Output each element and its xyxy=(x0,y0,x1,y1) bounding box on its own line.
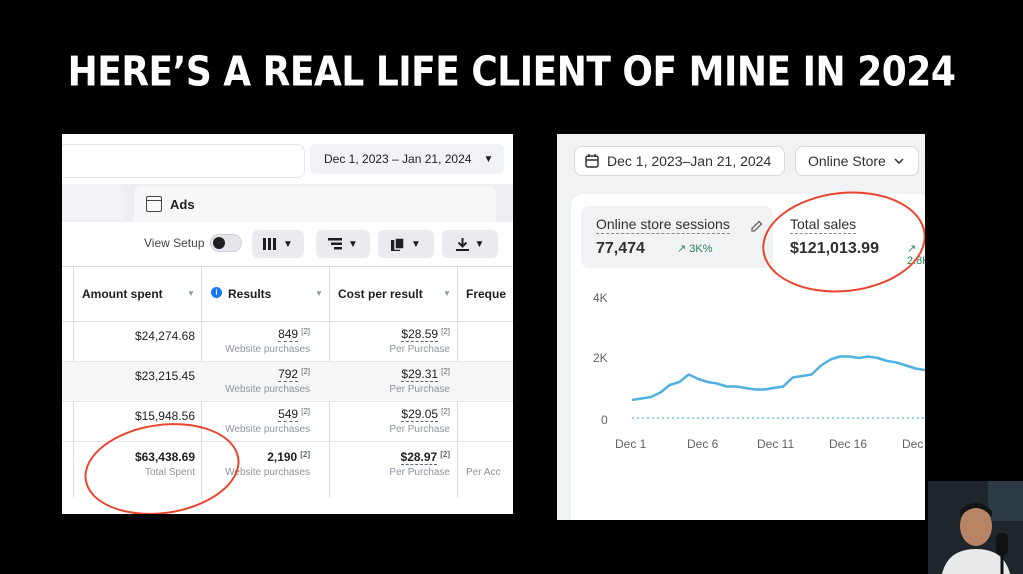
date-range-picker[interactable]: Dec 1, 2023 – Jan 21, 2024 ▼ xyxy=(310,144,504,174)
total-cost-per-result-value[interactable]: $28.97 xyxy=(400,450,438,465)
cost-per-result-cell: $29.31 [2] Per Purchase xyxy=(332,367,450,395)
footnote-tag: [2] xyxy=(301,367,310,376)
cost-per-result-cell: $29.05 [2] Per Purchase xyxy=(332,407,450,435)
results-cell: 792 [2] Website purchases xyxy=(202,367,310,395)
tab-previous[interactable] xyxy=(62,184,124,220)
footnote-tag: [2] xyxy=(301,407,310,416)
caret-down-icon: ▼ xyxy=(411,238,421,250)
results-value[interactable]: 549 xyxy=(278,407,299,422)
table-row[interactable]: $24,274.68 849 [2] Website purchases $28.5… xyxy=(62,322,513,362)
results-value[interactable]: 849 xyxy=(278,327,299,342)
footnote-tag: [2] xyxy=(300,450,310,459)
ads-manager-panel: Dec 1, 2023 – Jan 21, 2024 ▼ Ads View Se… xyxy=(62,134,513,514)
cost-per-result-value[interactable]: $28.59 xyxy=(401,327,439,342)
results-sub: Website purchases xyxy=(225,384,310,395)
table-row[interactable]: $23,215.45 792 [2] Website purchases $29.3… xyxy=(62,362,513,402)
results-cell: 549 [2] Website purchases xyxy=(202,407,310,435)
column-header-amount-spent[interactable]: Amount spent xyxy=(82,287,163,301)
footnote-tag: [2] xyxy=(441,407,450,416)
sort-icon[interactable]: ▼ xyxy=(315,289,323,298)
x-tick-label: Dec 6 xyxy=(687,437,719,451)
column-header-cost-per-result[interactable]: Cost per result xyxy=(338,287,423,301)
search-input[interactable] xyxy=(62,144,305,178)
table-toolbar: View Setup ▼ ▼ ▼ ▼ xyxy=(62,222,513,266)
results-cell: 849 [2] Website purchases xyxy=(202,327,310,355)
tab-ads-label: Ads xyxy=(170,196,195,212)
column-header-frequency[interactable]: Freque xyxy=(466,287,506,301)
cost-per-result-value[interactable]: $29.05 xyxy=(401,407,439,422)
amount-spent-cell: $24,274.68 xyxy=(134,329,195,343)
breakdown-button[interactable]: ▼ xyxy=(316,230,370,258)
caret-down-icon: ▼ xyxy=(348,238,358,250)
cost-per-result-value[interactable]: $29.31 xyxy=(401,367,439,382)
cost-per-result-sub: Per Purchase xyxy=(389,344,450,355)
amount-spent-cell: $15,948.56 xyxy=(134,409,195,423)
sort-icon[interactable]: ▼ xyxy=(187,289,195,298)
x-tick-label: Dec xyxy=(902,437,924,451)
breakdown-icon xyxy=(328,238,343,250)
shopify-analytics-panel: Dec 1, 2023–Jan 21, 2024 Online Store On… xyxy=(557,134,925,520)
ads-icon xyxy=(146,196,162,212)
total-results-value: 2,190 xyxy=(267,450,298,464)
columns-button[interactable]: ▼ xyxy=(252,230,304,258)
view-setup-toggle[interactable] xyxy=(210,234,242,252)
cost-per-result-cell: $28.59 [2] Per Purchase xyxy=(332,327,450,355)
info-icon: i xyxy=(211,287,222,298)
date-range-label: Dec 1, 2023 – Jan 21, 2024 xyxy=(324,152,472,166)
presenter-video xyxy=(928,481,1023,574)
footnote-tag: [2] xyxy=(301,327,310,336)
download-icon xyxy=(455,237,469,251)
columns-icon xyxy=(263,238,277,250)
total-cost-per-result-cell: $28.97 [2] Per Purchase xyxy=(332,450,450,478)
frequency-sub: Per Acc xyxy=(466,467,501,478)
reports-icon xyxy=(391,237,405,251)
x-tick-label: Dec 1 xyxy=(615,437,647,451)
webcam-overlay xyxy=(928,481,1023,574)
column-header-results[interactable]: Results xyxy=(228,287,271,301)
sort-icon[interactable]: ▼ xyxy=(443,289,451,298)
sales-line-chart xyxy=(631,355,925,419)
export-button[interactable]: ▼ xyxy=(442,230,498,258)
cost-per-result-sub: Per Purchase xyxy=(389,424,450,435)
total-cost-per-result-sub: Per Purchase xyxy=(389,467,450,478)
footnote-tag: [2] xyxy=(441,327,450,336)
reports-button[interactable]: ▼ xyxy=(378,230,434,258)
results-sub: Website purchases xyxy=(225,344,310,355)
toggle-knob xyxy=(213,237,225,249)
footnote-tag: [2] xyxy=(441,367,450,376)
x-tick-label: Dec 11 xyxy=(757,437,795,451)
page-headline: HERE’S A REAL LIFE CLIENT OF MINE IN 202… xyxy=(67,48,956,97)
sales-series-line xyxy=(631,355,925,402)
cost-per-result-sub: Per Purchase xyxy=(389,384,450,395)
caret-down-icon: ▼ xyxy=(474,238,485,250)
results-value[interactable]: 792 xyxy=(278,367,299,382)
caret-down-icon: ▼ xyxy=(483,153,494,165)
amount-spent-cell: $23,215.45 xyxy=(134,369,195,383)
footnote-tag: [2] xyxy=(440,450,450,459)
table-header: Amount spent ▼ i Results ▼ Cost per resu… xyxy=(62,266,513,322)
view-setup-label: View Setup xyxy=(144,236,205,250)
x-tick-label: Dec 16 xyxy=(829,437,868,451)
tab-ads[interactable]: Ads xyxy=(134,186,496,222)
caret-down-icon: ▼ xyxy=(283,238,293,250)
